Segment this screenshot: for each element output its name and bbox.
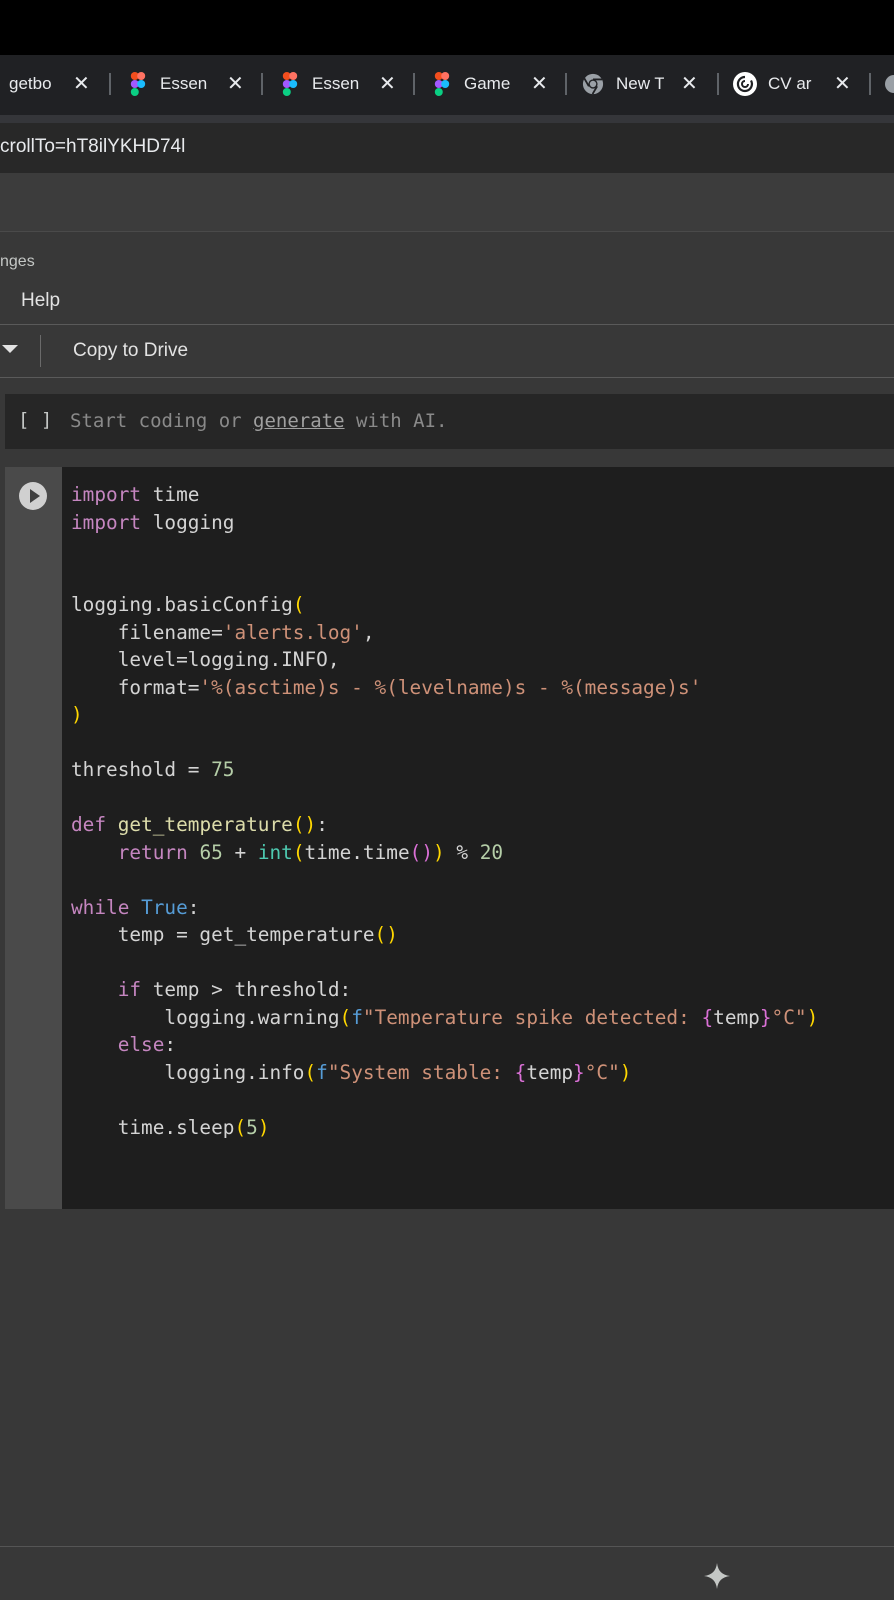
copy-to-drive-button[interactable]: Copy to Drive (73, 340, 188, 362)
tab-title: New T (616, 74, 664, 93)
close-icon[interactable]: ✕ (681, 71, 698, 96)
cell-gutter (5, 467, 62, 1209)
toolbar-spacer (0, 115, 894, 123)
tab-separator (869, 73, 871, 95)
figma-icon (434, 72, 450, 96)
toolbar-divider (40, 335, 41, 367)
tab-title: Essen (312, 74, 360, 93)
tab-title: CV ar (768, 74, 812, 93)
code-editor[interactable]: import time import logging logging.basic… (71, 481, 818, 1141)
close-icon[interactable]: ✕ (379, 71, 396, 96)
sparkle-icon[interactable] (702, 1561, 732, 1591)
placeholder-text: Start coding or (70, 410, 254, 432)
chatgpt-icon (733, 72, 757, 96)
generate-link[interactable]: generate (253, 410, 345, 432)
tab-cv[interactable]: CV ar ✕ (733, 69, 853, 99)
tab-title: Essen (160, 74, 208, 93)
menu-help[interactable]: Help (21, 290, 60, 312)
tab-separator (565, 73, 567, 95)
close-icon[interactable]: ✕ (531, 71, 548, 96)
tab-new-tab[interactable]: New T ✕ (582, 69, 702, 99)
chrome-icon (582, 73, 604, 95)
tab-getbo[interactable]: getbo ✕ (9, 69, 109, 99)
caret-down-icon[interactable] (2, 345, 18, 353)
address-bar[interactable]: crollTo=hT8ilYKHD74l (0, 123, 894, 173)
top-black-bar (0, 0, 894, 55)
tab-separator (261, 73, 263, 95)
close-icon[interactable]: ✕ (73, 71, 90, 96)
tab-title: getbo (9, 74, 52, 93)
url-text[interactable]: crollTo=hT8ilYKHD74l (0, 136, 185, 158)
tab-game[interactable]: Game ✕ (432, 69, 552, 99)
code-cell[interactable]: import time import logging logging.basic… (5, 467, 894, 1209)
figma-icon (130, 72, 146, 96)
colab-menu-area: nges Help (0, 232, 894, 324)
bookmarks-bar (0, 173, 894, 232)
notebook-toolbar: Copy to Drive (0, 324, 894, 378)
browser-tab-strip: getbo ✕ Essen ✕ Essen ✕ Game ✕ New T ✕ C… (0, 55, 894, 115)
changes-status[interactable]: nges (0, 253, 35, 271)
cell-placeholder[interactable]: Start coding or generate with AI. (70, 410, 448, 432)
empty-code-cell[interactable]: [ ] Start coding or generate with AI. (5, 394, 894, 449)
close-icon[interactable]: ✕ (834, 71, 851, 96)
tab-essen-2[interactable]: Essen ✕ (280, 69, 400, 99)
tab-title: Game (464, 74, 511, 93)
play-circle-icon[interactable] (19, 482, 47, 510)
figma-icon (282, 72, 298, 96)
cell-execution-count: [ ] (18, 409, 53, 431)
tab-separator (717, 73, 719, 95)
placeholder-text-end: with AI. (344, 410, 448, 432)
close-icon[interactable]: ✕ (227, 71, 244, 96)
bottom-divider (0, 1546, 894, 1547)
tab-separator (413, 73, 415, 95)
tab-essen-1[interactable]: Essen ✕ (128, 69, 248, 99)
tab-separator (109, 73, 111, 95)
partial-tab-icon (885, 75, 894, 93)
